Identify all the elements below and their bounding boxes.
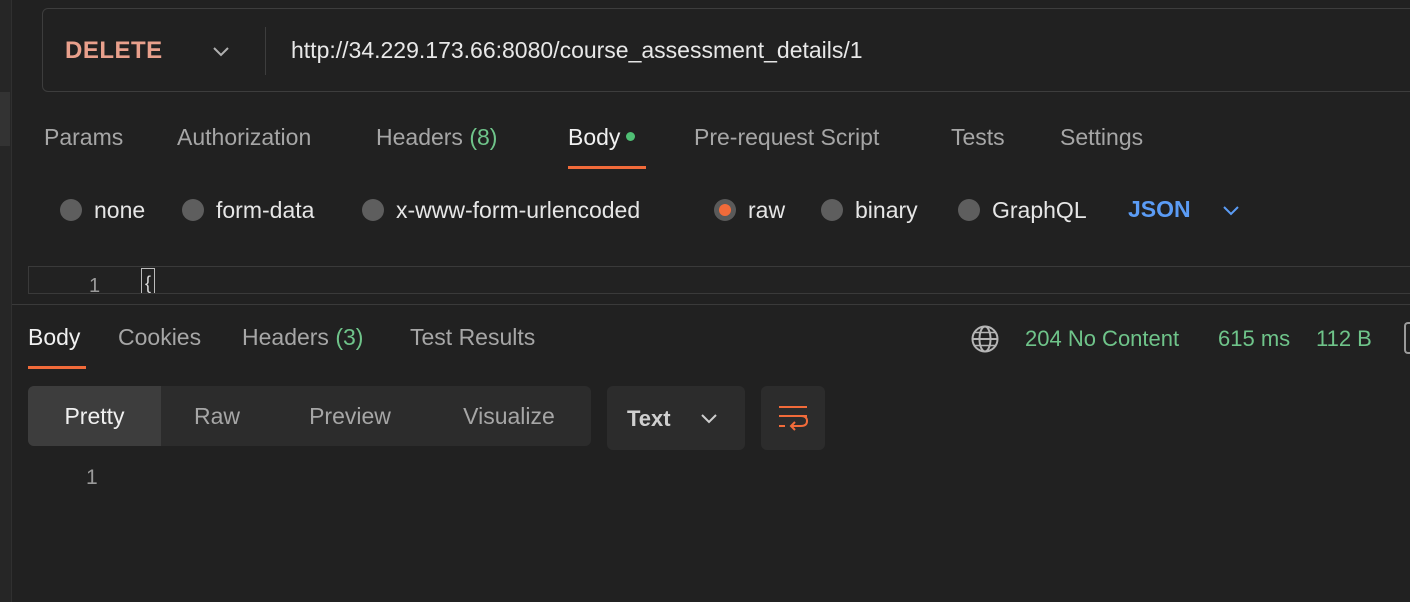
tab-params[interactable]: Params [44,124,123,151]
request-body-editor[interactable]: 1 { [28,266,1410,294]
radio-graphql-label: GraphQL [992,196,1087,223]
sidebar-strip [0,0,12,602]
radio-form-data[interactable]: form-data [182,196,314,224]
format-select-label: Text [627,406,671,431]
tab-pre-request-script[interactable]: Pre-request Script [694,124,879,151]
view-preview-button[interactable]: Preview [273,386,427,446]
radio-circle-icon [958,199,980,221]
tab-headers-label: Headers [376,124,463,150]
response-time[interactable]: 615 ms [1218,326,1290,352]
wrap-lines-button[interactable] [761,386,825,450]
view-raw-button[interactable]: Raw [161,386,273,446]
radio-circle-icon [362,199,384,221]
pane-divider[interactable] [12,304,1410,305]
line-number: 1 [89,275,101,294]
radio-form-data-label: form-data [216,196,315,223]
radio-none-label: none [94,196,146,223]
view-pretty-button[interactable]: Pretty [28,386,161,446]
method-select[interactable]: DELETE [65,37,163,65]
radio-circle-icon [60,199,82,221]
tab-body-label: Body [568,124,621,150]
radio-raw[interactable]: raw [714,196,785,224]
url-input[interactable]: http://34.229.173.66:8080/course_assessm… [291,37,863,64]
format-select[interactable]: Text [607,386,745,450]
response-tab-test-results[interactable]: Test Results [410,324,535,351]
view-mode-toggle: Pretty Raw Preview Visualize [28,386,591,446]
modified-dot-icon [626,132,636,141]
response-size[interactable]: 112 B [1316,326,1372,352]
save-response-button[interactable] [1404,322,1410,354]
chevron-down-icon[interactable] [211,41,231,61]
radio-urlencoded[interactable]: x-www-form-urlencoded [362,196,640,224]
language-select[interactable]: JSON [1128,196,1191,223]
sidebar-marker [0,92,10,146]
radio-graphql[interactable]: GraphQL [958,196,1087,224]
response-tab-cookies[interactable]: Cookies [118,324,201,351]
response-headers-count-badge: (3) [335,324,364,350]
chevron-down-icon[interactable] [1220,199,1242,221]
chevron-down-icon [701,414,717,424]
response-tab-headers-label: Headers [242,324,329,350]
response-tab-body[interactable]: Body [28,324,80,351]
editor-text-cursor: { [141,268,155,293]
url-divider [265,27,266,75]
headers-count-badge: (8) [469,124,498,150]
tab-tests[interactable]: Tests [951,124,1005,151]
tab-settings[interactable]: Settings [1060,124,1143,151]
radio-urlencoded-label: x-www-form-urlencoded [396,196,641,223]
request-url-bar: DELETE http://34.229.173.66:8080/course_… [42,8,1410,92]
radio-binary[interactable]: binary [821,196,918,224]
status-code[interactable]: 204 No Content [1025,326,1179,352]
radio-circle-icon [821,199,843,221]
radio-none[interactable]: none [60,196,145,224]
response-line-number: 1 [86,466,98,489]
radio-checked-icon [714,199,736,221]
tab-body[interactable]: Body [568,124,636,151]
response-tab-headers[interactable]: Headers (3) [242,324,363,351]
active-response-tab-indicator [28,366,86,369]
tab-authorization[interactable]: Authorization [177,124,311,151]
globe-icon[interactable] [970,324,1000,354]
view-visualize-button[interactable]: Visualize [427,386,591,446]
tab-headers[interactable]: Headers (8) [376,124,497,151]
radio-raw-label: raw [748,196,786,223]
active-tab-indicator [568,166,646,169]
radio-binary-label: binary [855,196,918,223]
radio-circle-icon [182,199,204,221]
wrap-lines-icon [779,406,809,431]
